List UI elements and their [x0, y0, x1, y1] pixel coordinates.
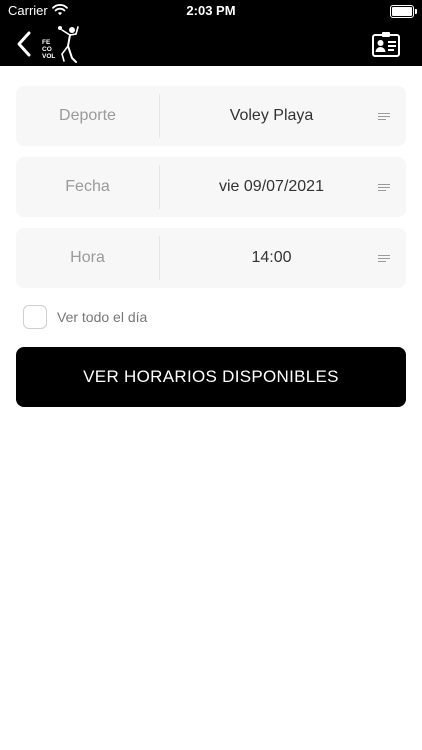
- status-bar: Carrier 2:03 PM: [0, 0, 422, 22]
- time-label: Hora: [70, 249, 105, 266]
- all-day-checkbox[interactable]: [23, 305, 47, 329]
- lines-icon: [378, 255, 390, 262]
- chevron-left-icon[interactable]: [14, 30, 34, 58]
- view-schedules-button[interactable]: VER HORARIOS DISPONIBLES: [16, 347, 406, 407]
- logo-line-1: FE: [42, 39, 51, 46]
- logo-line-3: VOL: [42, 53, 55, 60]
- date-value[interactable]: vie 09/07/2021: [160, 157, 383, 217]
- time-value[interactable]: 14:00: [160, 228, 383, 288]
- all-day-label[interactable]: Ver todo el día: [57, 309, 147, 325]
- logo-line-2: CO: [42, 46, 52, 53]
- battery-icon: [390, 5, 417, 18]
- status-time: 2:03 PM: [186, 3, 236, 18]
- date-label: Fecha: [65, 178, 110, 195]
- sport-value[interactable]: Voley Playa: [160, 86, 383, 146]
- top-bar: Carrier 2:03 PM FE CO VOL: [0, 0, 422, 66]
- date-selector[interactable]: Fecha vie 09/07/2021: [16, 157, 406, 217]
- lines-icon: [378, 113, 390, 120]
- fecovol-logo: FE CO VOL: [42, 26, 79, 63]
- contact-card-icon[interactable]: [372, 31, 400, 57]
- lines-icon: [378, 184, 390, 191]
- time-selector[interactable]: Hora 14:00: [16, 228, 406, 288]
- sport-selector[interactable]: Deporte Voley Playa: [16, 86, 406, 146]
- sport-label: Deporte: [59, 107, 116, 124]
